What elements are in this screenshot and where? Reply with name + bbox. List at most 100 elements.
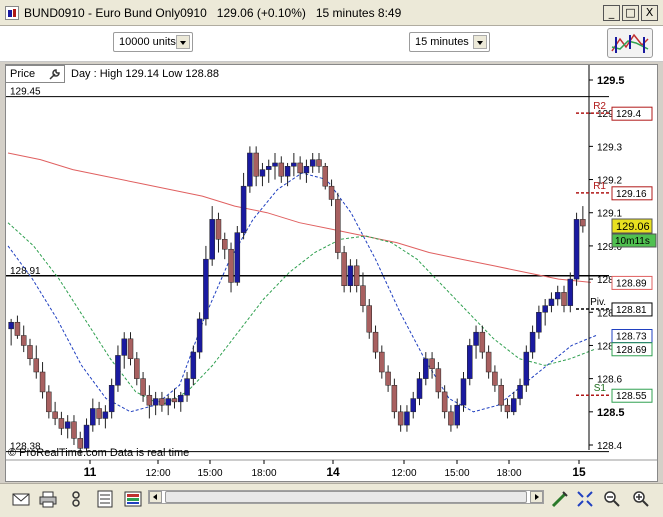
candle-body[interactable] bbox=[240, 185, 247, 233]
candle-body[interactable] bbox=[322, 166, 329, 187]
scroll-right-button[interactable] bbox=[530, 491, 543, 503]
candle-body[interactable] bbox=[190, 351, 197, 379]
candle-body[interactable] bbox=[222, 239, 228, 250]
price-chart[interactable]: 129.45 128.91 128.38 129.5 129.4 129.3 129.2 1… bbox=[5, 64, 658, 482]
indicators-button[interactable] bbox=[607, 28, 653, 58]
candle-body[interactable] bbox=[121, 338, 127, 356]
candle-body[interactable] bbox=[542, 305, 548, 313]
candle-body[interactable] bbox=[567, 278, 574, 306]
candle-body[interactable] bbox=[127, 338, 134, 359]
candle-body[interactable] bbox=[46, 391, 52, 413]
candle-body[interactable] bbox=[284, 166, 291, 177]
candle-body[interactable] bbox=[159, 398, 165, 406]
candle-body[interactable] bbox=[448, 411, 454, 426]
candle-body[interactable] bbox=[416, 378, 423, 399]
candle-body[interactable] bbox=[215, 219, 222, 240]
candle-body[interactable] bbox=[397, 411, 404, 426]
candle-body[interactable] bbox=[297, 162, 303, 174]
chart-table-icon[interactable] bbox=[124, 490, 142, 508]
candle-body[interactable] bbox=[178, 394, 184, 403]
candle-body[interactable] bbox=[134, 358, 140, 379]
candle-body[interactable] bbox=[316, 159, 322, 167]
candle-body[interactable] bbox=[184, 378, 190, 396]
candle-body[interactable] bbox=[228, 248, 234, 283]
candle-body[interactable] bbox=[96, 408, 102, 419]
candle-body[interactable] bbox=[353, 265, 360, 286]
candle-body[interactable] bbox=[435, 368, 442, 393]
candle-body[interactable] bbox=[115, 355, 121, 386]
candle-body[interactable] bbox=[404, 411, 410, 426]
candle-body[interactable] bbox=[265, 166, 272, 170]
candle-body[interactable] bbox=[71, 421, 77, 439]
maximize-button[interactable]: □ bbox=[622, 5, 639, 21]
candle-body[interactable] bbox=[209, 219, 215, 260]
candle-body[interactable] bbox=[366, 305, 372, 333]
size-select[interactable]: 10000 units bbox=[113, 32, 193, 52]
candle-body[interactable] bbox=[108, 385, 115, 413]
candle-body[interactable] bbox=[309, 159, 316, 167]
candle-body[interactable] bbox=[20, 335, 27, 346]
candle-body[interactable] bbox=[561, 292, 567, 306]
candle-body[interactable] bbox=[441, 391, 448, 413]
candle-body[interactable] bbox=[33, 358, 40, 373]
mail-icon[interactable] bbox=[12, 490, 30, 508]
candle-body[interactable] bbox=[272, 162, 278, 167]
candle-body[interactable] bbox=[52, 411, 58, 419]
time-scrollbar[interactable] bbox=[148, 490, 544, 504]
candle-body[interactable] bbox=[498, 385, 504, 406]
candle-body[interactable] bbox=[423, 358, 429, 379]
candle-body[interactable] bbox=[247, 152, 253, 187]
wrench-icon[interactable] bbox=[48, 68, 61, 80]
candle-body[interactable] bbox=[152, 398, 159, 406]
candle-body[interactable] bbox=[8, 321, 14, 330]
candle-body[interactable] bbox=[64, 421, 71, 429]
candle-body[interactable] bbox=[410, 398, 416, 413]
candle-body[interactable] bbox=[203, 258, 209, 320]
candle-body[interactable] bbox=[171, 398, 178, 403]
candle-body[interactable] bbox=[341, 252, 347, 286]
candle-body[interactable] bbox=[83, 424, 90, 449]
timeframe-select[interactable]: 15 minutes bbox=[409, 32, 490, 52]
candle-body[interactable] bbox=[58, 418, 65, 429]
candle-body[interactable] bbox=[479, 331, 486, 353]
candle-body[interactable] bbox=[460, 378, 467, 406]
price-tab[interactable]: Price bbox=[5, 65, 65, 83]
candle-body[interactable] bbox=[391, 385, 398, 413]
candle-body[interactable] bbox=[253, 152, 259, 177]
zoom-out-icon[interactable] bbox=[603, 490, 621, 508]
candle-body[interactable] bbox=[360, 285, 366, 306]
glasses-icon[interactable] bbox=[67, 490, 85, 508]
zoom-in-icon[interactable] bbox=[632, 490, 650, 508]
candle-body[interactable] bbox=[523, 351, 530, 386]
candle-body[interactable] bbox=[429, 358, 435, 369]
candle-body[interactable] bbox=[548, 298, 555, 306]
candle-body[interactable] bbox=[303, 166, 310, 174]
candle-body[interactable] bbox=[511, 398, 517, 413]
candle-body[interactable] bbox=[473, 331, 479, 346]
chart-canvas[interactable]: 129.45128.91128.38 129.5129.4129.3129.21… bbox=[6, 65, 657, 481]
spreadsheet-icon[interactable] bbox=[96, 490, 114, 508]
candle-body[interactable] bbox=[90, 408, 96, 426]
candle-body[interactable] bbox=[485, 351, 492, 373]
candle-body[interactable] bbox=[39, 371, 46, 393]
candle-body[interactable] bbox=[454, 404, 460, 426]
candle-body[interactable] bbox=[146, 394, 153, 406]
scroll-left-button[interactable] bbox=[149, 491, 162, 503]
candle-body[interactable] bbox=[234, 232, 241, 283]
minimize-button[interactable]: _ bbox=[603, 5, 620, 21]
candle-body[interactable] bbox=[492, 371, 498, 386]
candle-body[interactable] bbox=[529, 331, 536, 353]
close-button[interactable]: X bbox=[641, 5, 658, 21]
chevron-down-icon[interactable] bbox=[473, 35, 487, 49]
candle-body[interactable] bbox=[467, 345, 473, 379]
candle-body[interactable] bbox=[536, 312, 542, 333]
candle-body[interactable] bbox=[573, 219, 580, 280]
candle-body[interactable] bbox=[291, 162, 297, 167]
candle-body[interactable] bbox=[278, 162, 285, 177]
candle-body[interactable] bbox=[580, 219, 586, 227]
candle-body[interactable] bbox=[102, 411, 109, 419]
chevron-down-icon[interactable] bbox=[176, 35, 190, 49]
candle-body[interactable] bbox=[14, 321, 21, 336]
scrollbar-thumb[interactable] bbox=[165, 491, 527, 503]
candle-body[interactable] bbox=[140, 378, 146, 396]
